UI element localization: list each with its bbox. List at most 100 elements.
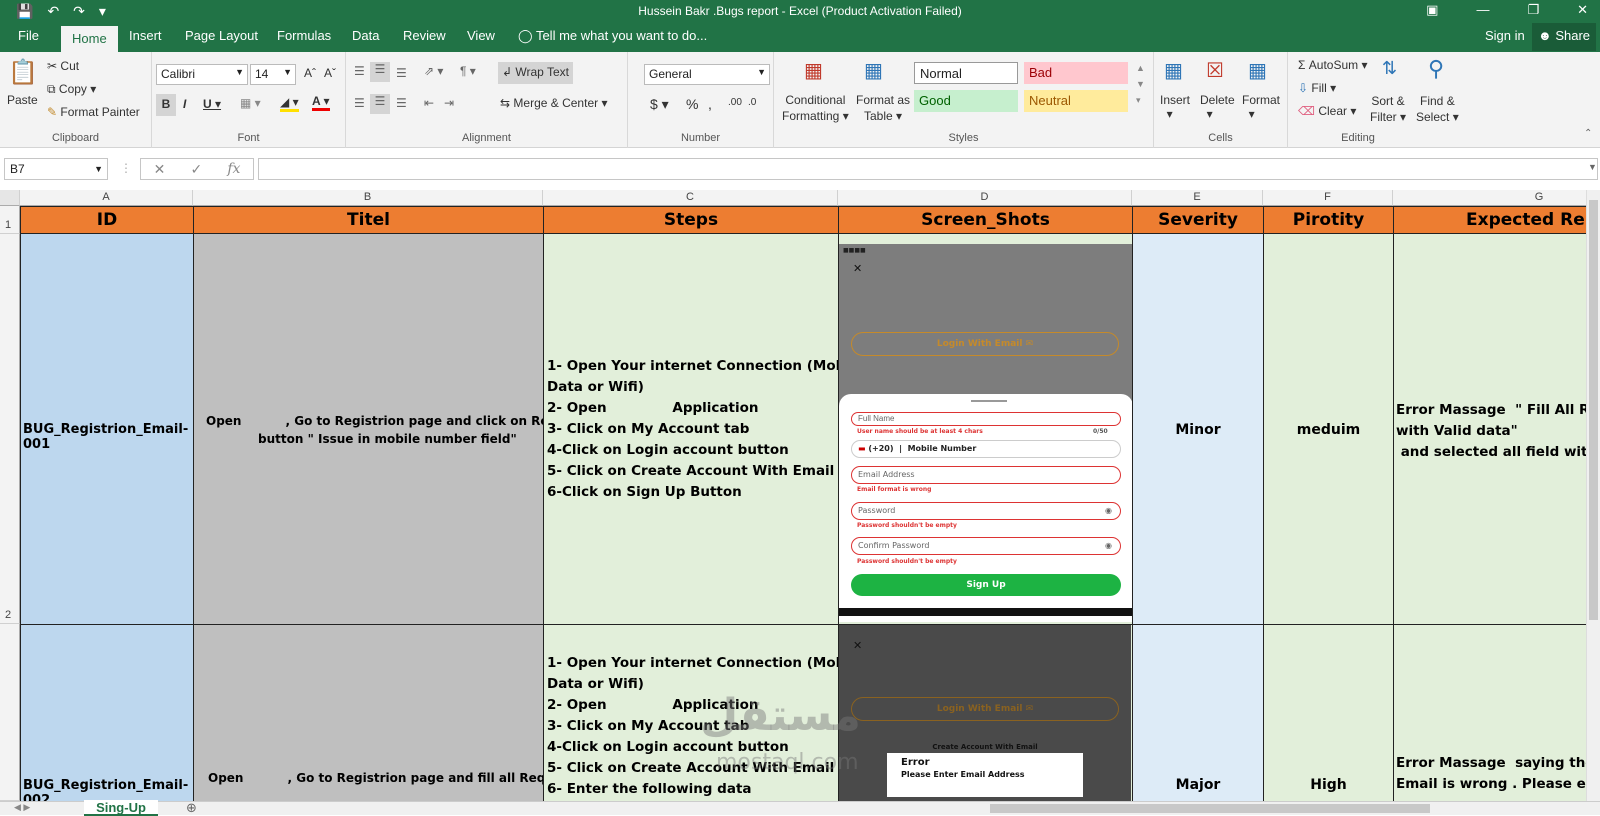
increase-decimal-icon[interactable]: .00 — [728, 97, 742, 108]
column-header-c[interactable]: C — [543, 190, 838, 206]
currency-icon[interactable]: $ ▾ — [650, 96, 669, 113]
bottom-align-icon[interactable]: ☰ — [396, 66, 407, 80]
priority-cell[interactable]: meduim — [1263, 233, 1394, 625]
expected-result-cell[interactable]: Error Massage " Fill All Requwith Valid … — [1393, 233, 1593, 625]
fill-button[interactable]: ⇩ Fill ▾ — [1298, 81, 1336, 95]
severity-cell[interactable]: Major — [1132, 624, 1264, 801]
column-header-a[interactable]: A — [20, 190, 193, 206]
cut-button[interactable]: ✂ Cut — [47, 59, 79, 73]
restore-icon[interactable]: ❐ — [1527, 2, 1539, 18]
header-steps[interactable]: Steps — [543, 206, 839, 234]
find-select-button[interactable]: Find & Select ▾ — [1416, 93, 1459, 125]
spreadsheet-grid[interactable]: A B C D E F G 1 2 ID Titel Steps Screen_… — [0, 190, 1600, 801]
ribbon-display-icon[interactable]: ▣ — [1426, 2, 1438, 18]
tab-insert[interactable]: Insert — [129, 28, 162, 43]
bold-icon[interactable]: B — [156, 94, 176, 116]
style-bad[interactable]: Bad — [1024, 62, 1128, 84]
expand-formula-icon[interactable]: ▼ — [1588, 162, 1597, 172]
wrap-text-button[interactable]: ↲ Wrap Text — [498, 62, 573, 84]
row-header-3[interactable] — [0, 624, 20, 801]
close-icon[interactable]: ✕ — [1577, 2, 1588, 18]
paste-icon[interactable]: 📋 — [8, 58, 38, 87]
style-normal[interactable]: Normal — [914, 62, 1018, 84]
tab-page-layout[interactable]: Page Layout — [185, 28, 258, 43]
orientation-icon[interactable]: ⇗ ▾ — [424, 64, 443, 78]
style-neutral[interactable]: Neutral — [1024, 90, 1128, 112]
delete-button[interactable]: Delete ▾ — [1200, 93, 1235, 121]
bug-steps-cell[interactable]: 1- Open Your internet Connection (Mobile… — [543, 233, 839, 625]
styles-scroll-icon[interactable]: ▲ ▼ ▾ — [1136, 60, 1145, 108]
autosum-button[interactable]: Σ AutoSum ▾ — [1298, 58, 1367, 72]
severity-cell[interactable]: Minor — [1132, 233, 1264, 625]
insert-function-icon[interactable]: fx — [227, 161, 240, 177]
bug-id-cell[interactable]: BUG_Registrion_Email-001 — [20, 233, 194, 625]
vertical-scrollbar[interactable] — [1586, 190, 1600, 801]
add-sheet-icon[interactable]: ⊕ — [186, 800, 197, 816]
column-header-f[interactable]: F — [1263, 190, 1393, 206]
comma-icon[interactable]: , — [708, 96, 712, 112]
bug-id-cell[interactable]: BUG_Registrion_Email-002 — [20, 624, 194, 801]
font-name-select[interactable]: Calibri ▼ — [156, 64, 248, 85]
select-all-corner[interactable] — [0, 190, 20, 206]
cancel-icon[interactable]: ✕ — [154, 161, 166, 178]
tab-review[interactable]: Review — [403, 28, 446, 43]
middle-align-icon[interactable]: ☰ — [370, 62, 390, 82]
tab-home[interactable]: Home — [61, 26, 118, 52]
scrollbar-thumb[interactable] — [1589, 200, 1598, 620]
top-align-icon[interactable]: ☰ — [354, 64, 365, 78]
tab-formulas[interactable]: Formulas — [277, 28, 331, 43]
tab-file[interactable]: File — [18, 28, 39, 43]
copy-button[interactable]: ⧉ Copy ▾ — [47, 82, 96, 97]
increase-indent-icon[interactable]: ⇥ — [444, 96, 454, 110]
collapse-ribbon-icon[interactable]: ⌃ — [1584, 128, 1592, 139]
row-header-2[interactable]: 2 — [0, 234, 20, 624]
format-as-table-button[interactable]: Format as Table ▾ — [856, 92, 910, 124]
column-header-b[interactable]: B — [193, 190, 543, 206]
paste-button[interactable]: Paste — [7, 93, 38, 107]
sheet-nav-icon[interactable]: ◀ ▶ — [14, 802, 30, 813]
decrease-indent-icon[interactable]: ⇤ — [424, 96, 434, 110]
format-button[interactable]: Format ▾ — [1242, 93, 1280, 121]
font-color-icon[interactable]: A ▾ — [312, 94, 330, 111]
text-direction-icon[interactable]: ¶ ▾ — [460, 64, 476, 78]
column-header-g[interactable]: G — [1393, 190, 1600, 206]
header-expected[interactable]: Expected Reu — [1393, 206, 1593, 234]
expected-result-cell[interactable]: Error Massage saying the doEmail is wron… — [1393, 624, 1593, 801]
formula-input[interactable] — [258, 158, 1598, 180]
style-good[interactable]: Good — [914, 90, 1018, 112]
header-screenshots[interactable]: Screen_Shots — [838, 206, 1133, 234]
row-header-1[interactable]: 1 — [0, 206, 20, 234]
underline-icon[interactable]: U ▾ — [203, 97, 221, 111]
format-painter-button[interactable]: ✎ Format Painter — [47, 105, 140, 119]
horizontal-scrollbar[interactable] — [990, 804, 1430, 813]
tell-me-search[interactable]: ◯ Tell me what you want to do... — [518, 28, 707, 44]
enter-icon[interactable]: ✓ — [190, 161, 202, 178]
column-header-d[interactable]: D — [838, 190, 1132, 206]
sort-filter-button[interactable]: Sort & Filter ▾ — [1370, 93, 1406, 125]
align-center-icon[interactable]: ☰ — [370, 94, 390, 114]
header-title[interactable]: Titel — [193, 206, 544, 234]
font-size-select[interactable]: 14 ▼ — [250, 64, 296, 85]
increase-font-icon[interactable]: Aˆ — [304, 66, 316, 80]
tab-view[interactable]: View — [467, 28, 495, 43]
clear-button[interactable]: ⌫ Clear ▾ — [1298, 104, 1356, 118]
screenshot-cell[interactable]: ✕ Login With Email ✉ Create Account With… — [838, 624, 1133, 801]
italic-icon[interactable]: I — [183, 97, 186, 111]
column-header-e[interactable]: E — [1132, 190, 1263, 206]
share-button[interactable]: ☻ Share — [1532, 23, 1597, 51]
align-right-icon[interactable]: ☰ — [396, 96, 407, 110]
insert-button[interactable]: Insert ▾ — [1160, 93, 1190, 121]
borders-icon[interactable]: ▦ ▾ — [240, 96, 261, 110]
conditional-formatting-button[interactable]: Conditional Formatting ▾ — [782, 92, 849, 124]
merge-center-button[interactable]: ⇆ Merge & Center ▾ — [500, 96, 607, 110]
name-box[interactable]: B7 ▼ — [4, 158, 108, 180]
decrease-font-icon[interactable]: Aˇ — [324, 66, 336, 80]
fill-color-icon[interactable]: ◢ ▾ — [280, 95, 299, 112]
sign-in-link[interactable]: Sign in — [1485, 28, 1525, 43]
decrease-decimal-icon[interactable]: .0 — [748, 97, 756, 108]
sheet-tab-sing-up[interactable]: Sing-Up — [84, 800, 158, 816]
minimize-icon[interactable]: — — [1476, 2, 1489, 18]
header-priority[interactable]: Pirotity — [1263, 206, 1394, 234]
percent-icon[interactable]: % — [686, 96, 698, 112]
tab-data[interactable]: Data — [352, 28, 379, 43]
